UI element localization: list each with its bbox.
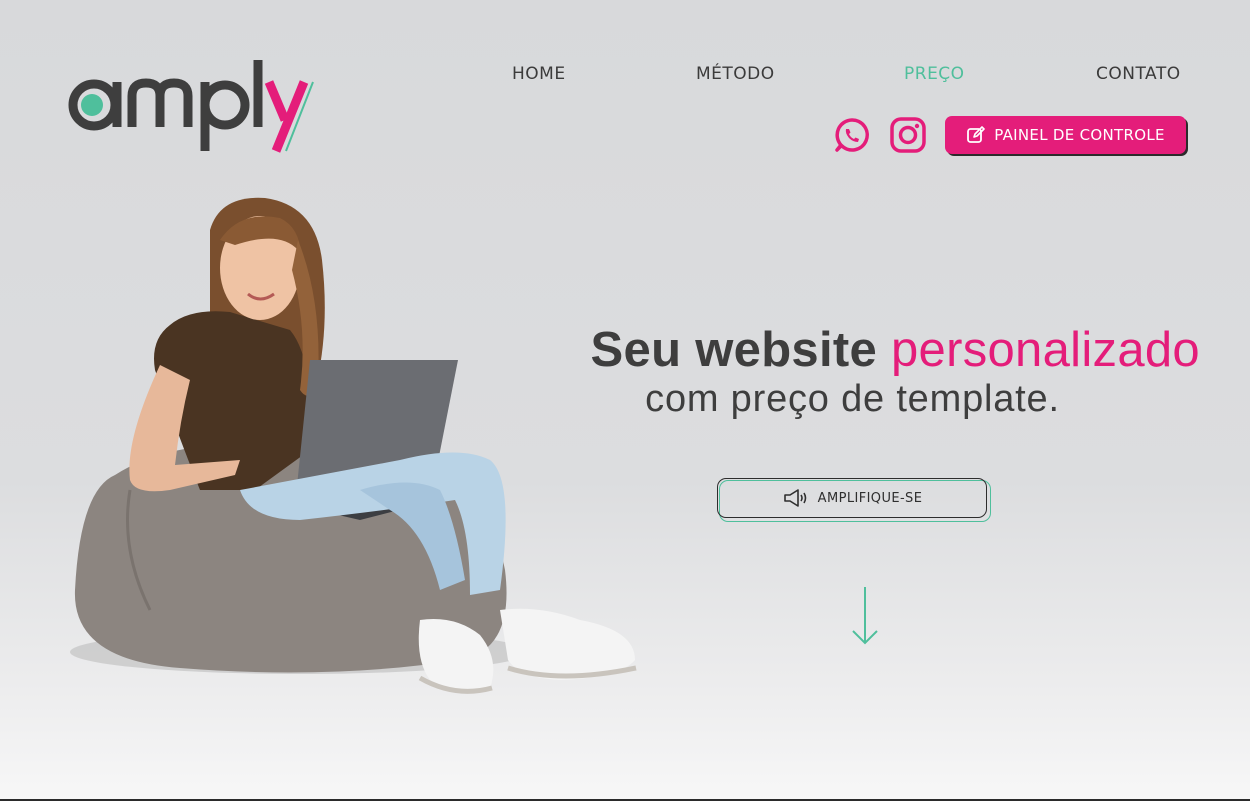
nav-contato[interactable]: CONTATO xyxy=(1096,64,1181,84)
woman-with-laptop-image xyxy=(70,197,637,694)
hero-title-accent: personalizado xyxy=(890,323,1200,377)
amplifique-se-button[interactable]: AMPLIFIQUE-SE xyxy=(717,478,987,518)
painel-de-controle-label: PAINEL DE CONTROLE xyxy=(994,126,1165,144)
arrow-down-icon[interactable] xyxy=(850,585,880,647)
nav-home[interactable]: HOME xyxy=(512,64,566,84)
cta-wrapper: AMPLIFIQUE-SE xyxy=(717,478,993,524)
hero-subtitle: com preço de template. xyxy=(645,378,1060,420)
painel-de-controle-button[interactable]: PAINEL DE CONTROLE xyxy=(945,116,1186,154)
hero-title-main: Seu website xyxy=(590,323,878,377)
edit-icon xyxy=(967,126,986,143)
amplifique-se-label: AMPLIFIQUE-SE xyxy=(817,490,923,506)
instagram-icon[interactable] xyxy=(889,116,927,154)
megaphone-icon xyxy=(783,489,806,507)
main-nav: HOME MÉTODO PREÇO CONTATO xyxy=(0,64,1250,88)
nav-metodo[interactable]: MÉTODO xyxy=(696,64,775,84)
nav-preco[interactable]: PREÇO xyxy=(904,64,965,84)
whatsapp-icon[interactable] xyxy=(833,116,871,154)
hero-title: Seu website personalizado xyxy=(500,322,1200,378)
